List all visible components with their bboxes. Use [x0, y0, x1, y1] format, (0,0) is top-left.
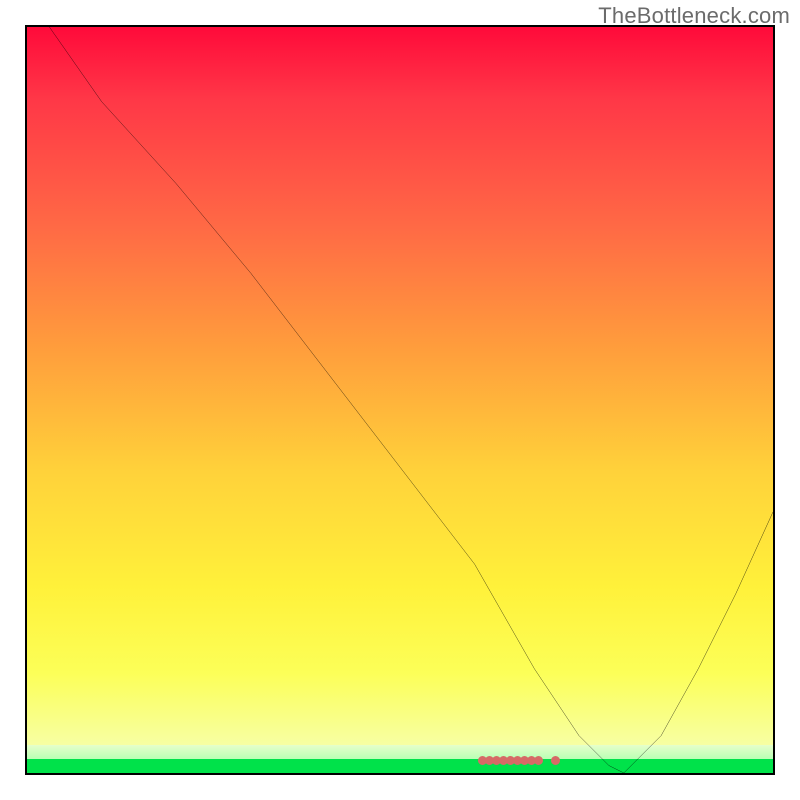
marker-cluster — [478, 756, 558, 766]
chart-plot-area — [25, 25, 775, 775]
chart-curve — [27, 27, 773, 773]
marker-dot — [534, 756, 543, 765]
